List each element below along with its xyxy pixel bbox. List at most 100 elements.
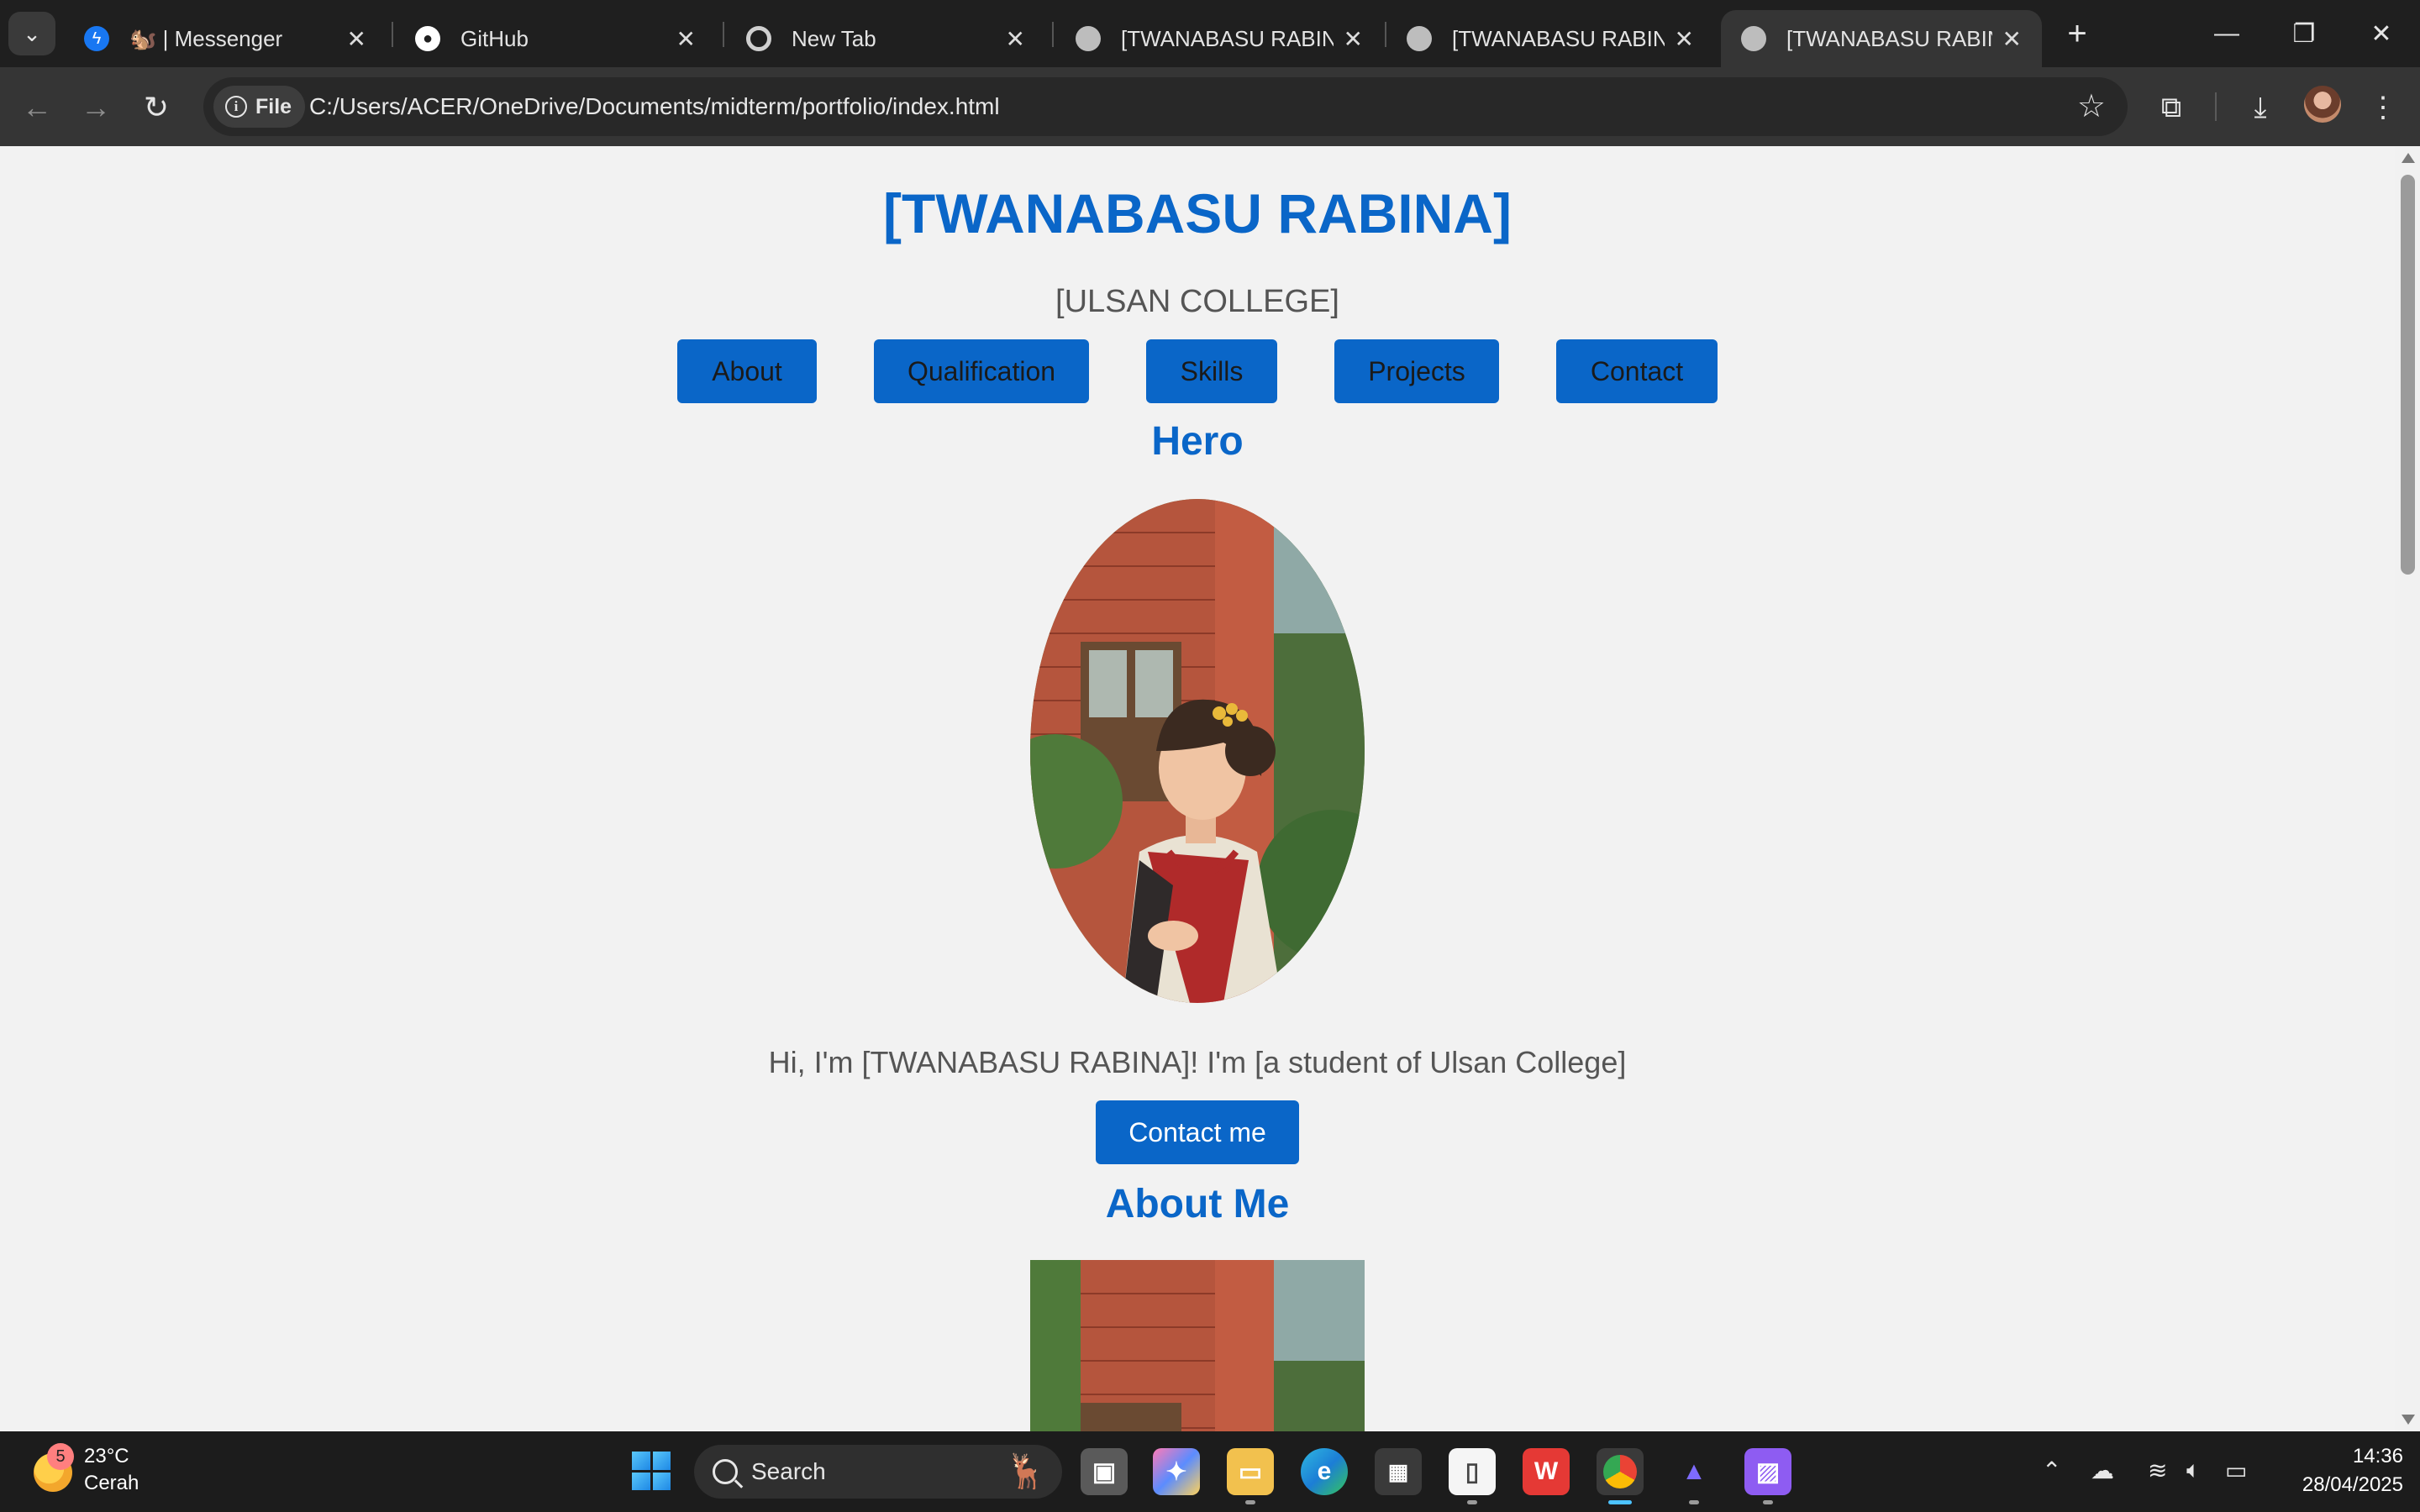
chrome-icon bbox=[746, 26, 771, 51]
wifi-icon[interactable]: ≋ bbox=[2148, 1457, 2167, 1484]
page-viewport: [TWANABASU RABINA] [ULSAN COLLEGE] About… bbox=[0, 146, 2395, 1431]
tab-title: [TWANABASU RABINA] bbox=[1452, 25, 1665, 51]
nav-skills-button[interactable]: Skills bbox=[1146, 339, 1277, 403]
profile-avatar[interactable] bbox=[2304, 86, 2341, 123]
search-icon bbox=[713, 1459, 738, 1484]
site-title: [TWANABASU RABINA] bbox=[883, 182, 1512, 244]
tab-new-tab[interactable]: New Tab ✕ bbox=[726, 10, 1045, 67]
tab-portfolio-active[interactable]: [TWANABASU RABINA] ✕ bbox=[1721, 10, 2042, 67]
tab-separator bbox=[1052, 22, 1054, 47]
volume-icon[interactable]: 🔈︎ bbox=[2186, 1457, 2201, 1484]
minimize-button[interactable]: — bbox=[2193, 12, 2260, 55]
taskbar-search-box[interactable]: Search 🦌 bbox=[694, 1445, 1062, 1499]
info-icon: i bbox=[225, 96, 247, 118]
battery-icon[interactable]: ▭ bbox=[2225, 1457, 2247, 1484]
copilot-icon[interactable]: ✦ bbox=[1153, 1448, 1200, 1495]
close-icon[interactable]: ✕ bbox=[1344, 25, 1363, 53]
file-explorer-icon[interactable]: ▭ bbox=[1227, 1448, 1274, 1495]
arrow-right-icon: → bbox=[81, 90, 111, 124]
contact-me-button[interactable]: Contact me bbox=[1096, 1100, 1299, 1164]
tab-github[interactable]: ● GitHub ✕ bbox=[395, 10, 716, 67]
restore-button[interactable]: ❐ bbox=[2270, 12, 2338, 55]
extensions-icon[interactable]: ⧉ bbox=[2149, 86, 2193, 129]
taskbar-search-label: Search bbox=[751, 1458, 826, 1484]
about-heading: About Me bbox=[1105, 1182, 1290, 1226]
task-view-icon[interactable]: ▣ bbox=[1081, 1448, 1128, 1495]
taskbar-running-indicator bbox=[1467, 1500, 1477, 1504]
new-tab-button[interactable]: + bbox=[2059, 15, 2096, 52]
edge-icon[interactable]: e bbox=[1301, 1448, 1348, 1495]
taskbar-active-indicator bbox=[1608, 1500, 1632, 1504]
reload-icon: ↻ bbox=[143, 90, 170, 124]
close-icon: ✕ bbox=[2370, 19, 2392, 48]
tab-search-button[interactable]: ⌄ bbox=[8, 12, 55, 55]
scroll-thumb[interactable] bbox=[2401, 175, 2415, 575]
tab-messenger[interactable]: ϟ 🐿️ | Messenger ✕ bbox=[64, 10, 387, 67]
tab-title: GitHub bbox=[460, 25, 529, 51]
taskbar-running-indicator bbox=[1689, 1500, 1699, 1504]
forward-button[interactable]: → bbox=[74, 86, 118, 129]
tab-portfolio-2[interactable]: [TWANABASU RABINA] ✕ bbox=[1386, 10, 1714, 67]
back-button[interactable]: ← bbox=[15, 86, 59, 129]
chevron-down-icon: ⌄ bbox=[23, 20, 41, 46]
tab-portfolio-1[interactable]: [TWANABASU RABINA] ✕ bbox=[1055, 10, 1383, 67]
photos-icon[interactable]: ▨ bbox=[1744, 1448, 1791, 1495]
site-info-chip[interactable]: i File bbox=[213, 86, 306, 128]
page-scrollbar[interactable] bbox=[2395, 146, 2420, 1431]
intro-text: Hi, I'm [TWANABASU RABINA]! I'm [a stude… bbox=[768, 1045, 1627, 1079]
globe-icon bbox=[1407, 26, 1432, 51]
download-icon[interactable]: ⤓ bbox=[2238, 86, 2282, 129]
chevron-up-icon[interactable]: ⌃ bbox=[2042, 1457, 2061, 1484]
tab-separator bbox=[392, 22, 393, 47]
weather-temperature[interactable]: 23°C bbox=[84, 1445, 129, 1468]
start-button[interactable] bbox=[632, 1452, 671, 1490]
tab-title: [TWANABASU RABINA] bbox=[1786, 25, 1992, 51]
microsoft-store-icon[interactable]: ▦ bbox=[1375, 1448, 1422, 1495]
close-icon[interactable]: ✕ bbox=[676, 25, 696, 53]
messenger-icon: ϟ bbox=[84, 26, 109, 51]
address-bar[interactable]: i File C:/Users/ACER/OneDrive/Documents/… bbox=[203, 77, 2128, 136]
taskbar-running-indicator bbox=[1245, 1500, 1255, 1504]
wps-office-icon[interactable]: W bbox=[1523, 1448, 1570, 1495]
scroll-down-arrow-icon[interactable] bbox=[2402, 1415, 2415, 1425]
site-subtitle: [ULSAN COLLEGE] bbox=[1055, 284, 1339, 319]
hero-heading: Hero bbox=[1151, 419, 1244, 464]
weather-description[interactable]: Cerah bbox=[84, 1472, 139, 1495]
arrow-left-icon: ← bbox=[22, 90, 52, 124]
minimize-icon: — bbox=[2214, 19, 2239, 47]
globe-icon bbox=[1076, 26, 1101, 51]
tab-title: [TWANABASU RABINA] bbox=[1121, 25, 1334, 51]
close-icon[interactable]: ✕ bbox=[2002, 25, 2022, 53]
mountain-app-icon[interactable]: ▲ bbox=[1670, 1448, 1718, 1495]
nav-qualification-button[interactable]: Qualification bbox=[874, 339, 1089, 403]
taskbar-running-indicator bbox=[1763, 1500, 1773, 1504]
bookmark-star-icon[interactable]: ☆ bbox=[2077, 87, 2106, 125]
scroll-up-arrow-icon[interactable] bbox=[2402, 153, 2415, 163]
close-window-button[interactable]: ✕ bbox=[2348, 12, 2415, 55]
weather-badge: 5 bbox=[47, 1443, 74, 1470]
chrome-icon[interactable] bbox=[1597, 1448, 1644, 1495]
nav-about-button[interactable]: About bbox=[677, 339, 817, 403]
browser-toolbar: ← → ↻ i File C:/Users/ACER/OneDrive/Docu… bbox=[0, 67, 2420, 146]
hero-portrait-image bbox=[1030, 499, 1365, 1003]
reload-button[interactable]: ↻ bbox=[134, 86, 178, 129]
github-icon: ● bbox=[415, 26, 440, 51]
tab-title: 🐿️ | Messenger bbox=[129, 25, 283, 51]
nav-projects-button[interactable]: Projects bbox=[1334, 339, 1499, 403]
clock-time[interactable]: 14:36 bbox=[2319, 1445, 2403, 1468]
url-text[interactable]: C:/Users/ACER/OneDrive/Documents/midterm… bbox=[309, 77, 1000, 136]
close-icon[interactable]: ✕ bbox=[347, 25, 366, 53]
close-icon[interactable]: ✕ bbox=[1006, 25, 1025, 53]
onedrive-cloud-icon[interactable]: ☁ bbox=[2091, 1457, 2114, 1484]
toolbar-divider bbox=[2215, 92, 2217, 121]
windows-taskbar: 5 23°C Cerah Search 🦌 ▣ ✦ ▭ e ▦ ▯ W ▲ ▨ … bbox=[0, 1431, 2420, 1512]
close-icon[interactable]: ✕ bbox=[1675, 25, 1694, 53]
file-icon[interactable]: ▯ bbox=[1449, 1448, 1496, 1495]
tab-separator bbox=[723, 22, 724, 47]
menu-dots-icon[interactable]: ⋮ bbox=[2361, 86, 2405, 129]
clock-date[interactable]: 28/04/2025 bbox=[2269, 1473, 2403, 1497]
site-info-label: File bbox=[255, 94, 292, 118]
globe-icon bbox=[1741, 26, 1766, 51]
nav-contact-button[interactable]: Contact bbox=[1556, 339, 1718, 403]
plus-icon: + bbox=[2067, 14, 2087, 52]
